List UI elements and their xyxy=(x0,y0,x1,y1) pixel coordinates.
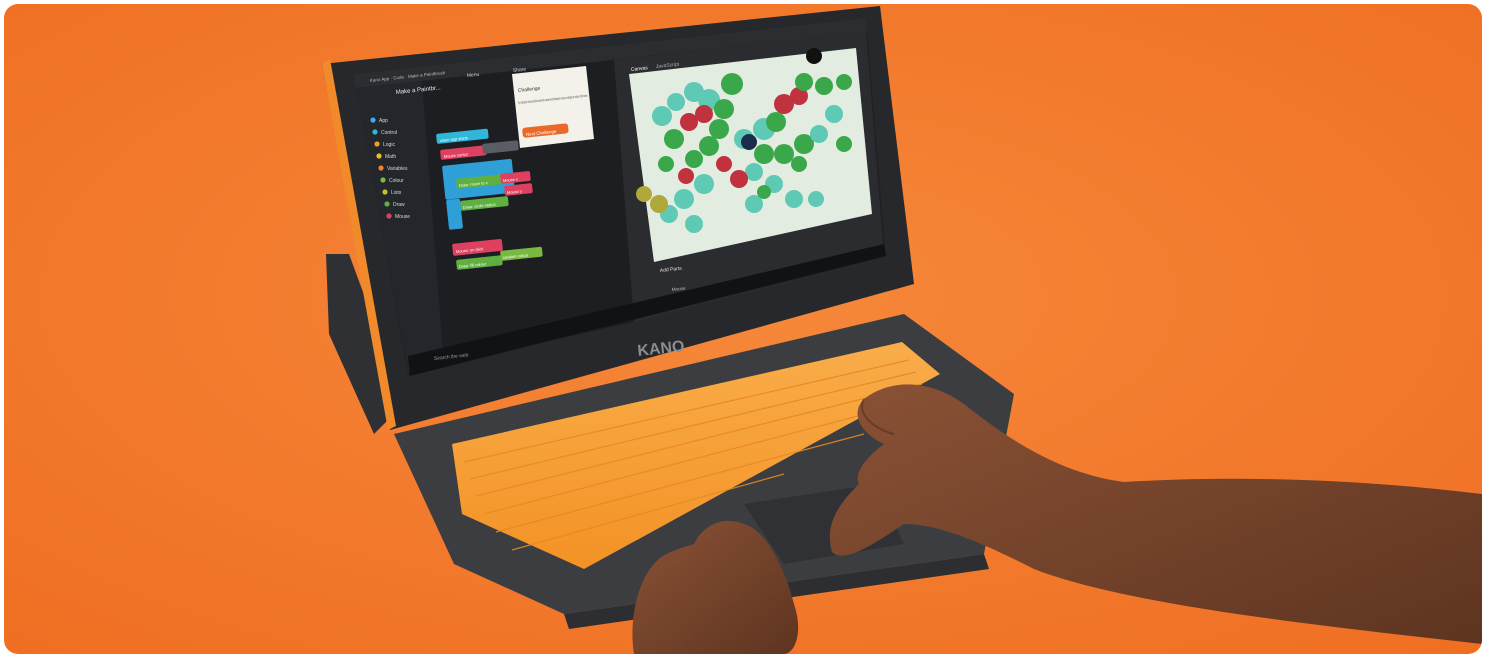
category-logic[interactable]: Logic xyxy=(383,142,395,148)
category-draw[interactable]: Draw xyxy=(393,202,405,208)
scene-illustration: KANO Make a Paintbr... Kano App · Code ·… xyxy=(4,4,1482,654)
category-variables[interactable]: Variables xyxy=(387,166,408,172)
category-lists[interactable]: Lists xyxy=(391,190,402,196)
category-colour[interactable]: Colour xyxy=(389,178,404,184)
category-math[interactable]: Math xyxy=(385,154,396,160)
photo-scene: KANO Make a Paintbr... Kano App · Code ·… xyxy=(4,4,1482,654)
category-mouse[interactable]: Mouse xyxy=(395,214,410,220)
category-control[interactable]: Control xyxy=(381,130,397,136)
category-app[interactable]: App xyxy=(379,118,388,124)
